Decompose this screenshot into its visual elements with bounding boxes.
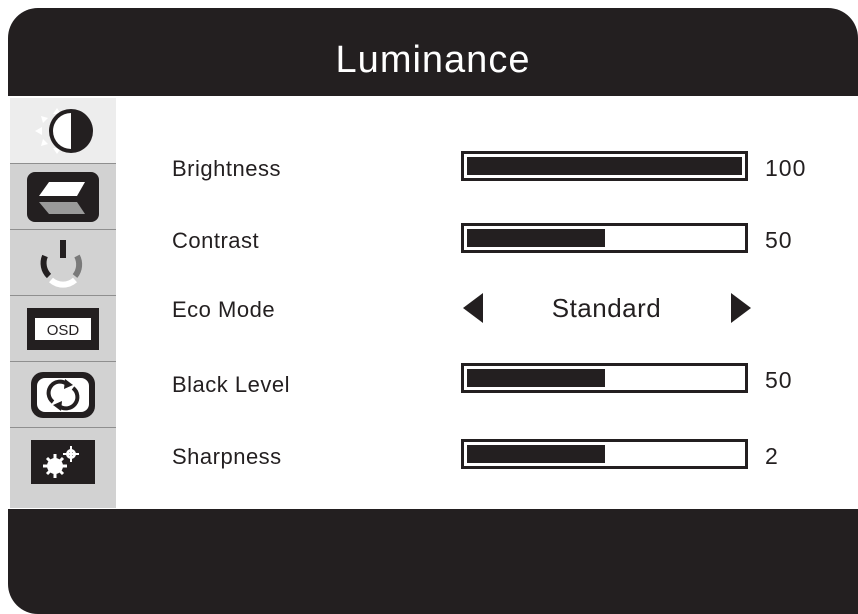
black-level-slider-fill (467, 369, 605, 387)
tab-color-temperature[interactable] (10, 230, 116, 296)
black-level-value: 50 (765, 367, 793, 393)
arrow-right-icon[interactable] (731, 293, 751, 323)
menu-title: Luminance (335, 39, 531, 81)
black-level-label: Black Level (172, 372, 291, 397)
eco-mode-label: Eco Mode (172, 297, 276, 322)
tab-reset[interactable] (10, 362, 116, 428)
sharpness-value: 2 (765, 443, 779, 469)
brightness-value: 100 (765, 155, 807, 181)
brightness-label: Brightness (172, 156, 281, 181)
contrast-value: 50 (765, 227, 793, 253)
osd-setup-icon: OSD (27, 308, 99, 350)
sharpness-row[interactable]: Sharpness 2 (122, 436, 858, 476)
brightness-slider[interactable] (461, 151, 748, 181)
sharpness-label: Sharpness (172, 444, 282, 469)
black-level-slider[interactable] (461, 363, 748, 393)
misc-settings-icon (31, 440, 95, 484)
sidebar-tabs: OSD (10, 98, 116, 508)
menu-header: Luminance (8, 8, 858, 96)
color-temperature-icon (40, 240, 83, 288)
tab-osd-setup[interactable]: OSD (10, 296, 116, 362)
menu-content: Brightness 100 Contrast 50 Eco Mode Stan… (122, 96, 858, 509)
tab-image-setup[interactable] (10, 164, 116, 230)
sharpness-slider[interactable] (461, 439, 748, 469)
tab-luminance[interactable] (10, 98, 116, 164)
contrast-label: Contrast (172, 228, 260, 253)
sharpness-slider-fill (467, 445, 605, 463)
brightness-slider-fill (467, 157, 742, 175)
image-setup-icon (27, 172, 99, 222)
contrast-slider-fill (467, 229, 605, 247)
svg-text:OSD: OSD (47, 322, 80, 339)
contrast-slider[interactable] (461, 223, 748, 253)
sidebar: OSD (8, 96, 122, 509)
reset-icon (31, 372, 95, 418)
eco-mode-value: Standard (551, 293, 662, 323)
eco-mode-row[interactable]: Eco Mode Standard (122, 289, 858, 329)
tab-misc-settings[interactable] (10, 428, 116, 494)
black-level-row[interactable]: Black Level 50 (122, 360, 858, 400)
arrow-left-icon[interactable] (463, 293, 483, 323)
luminance-icon (35, 108, 93, 154)
contrast-row[interactable]: Contrast 50 (122, 220, 858, 260)
brightness-row[interactable]: Brightness 100 (122, 148, 858, 188)
osd-menu: Luminance OSD Brightness 100 Contrast 50… (8, 8, 858, 614)
